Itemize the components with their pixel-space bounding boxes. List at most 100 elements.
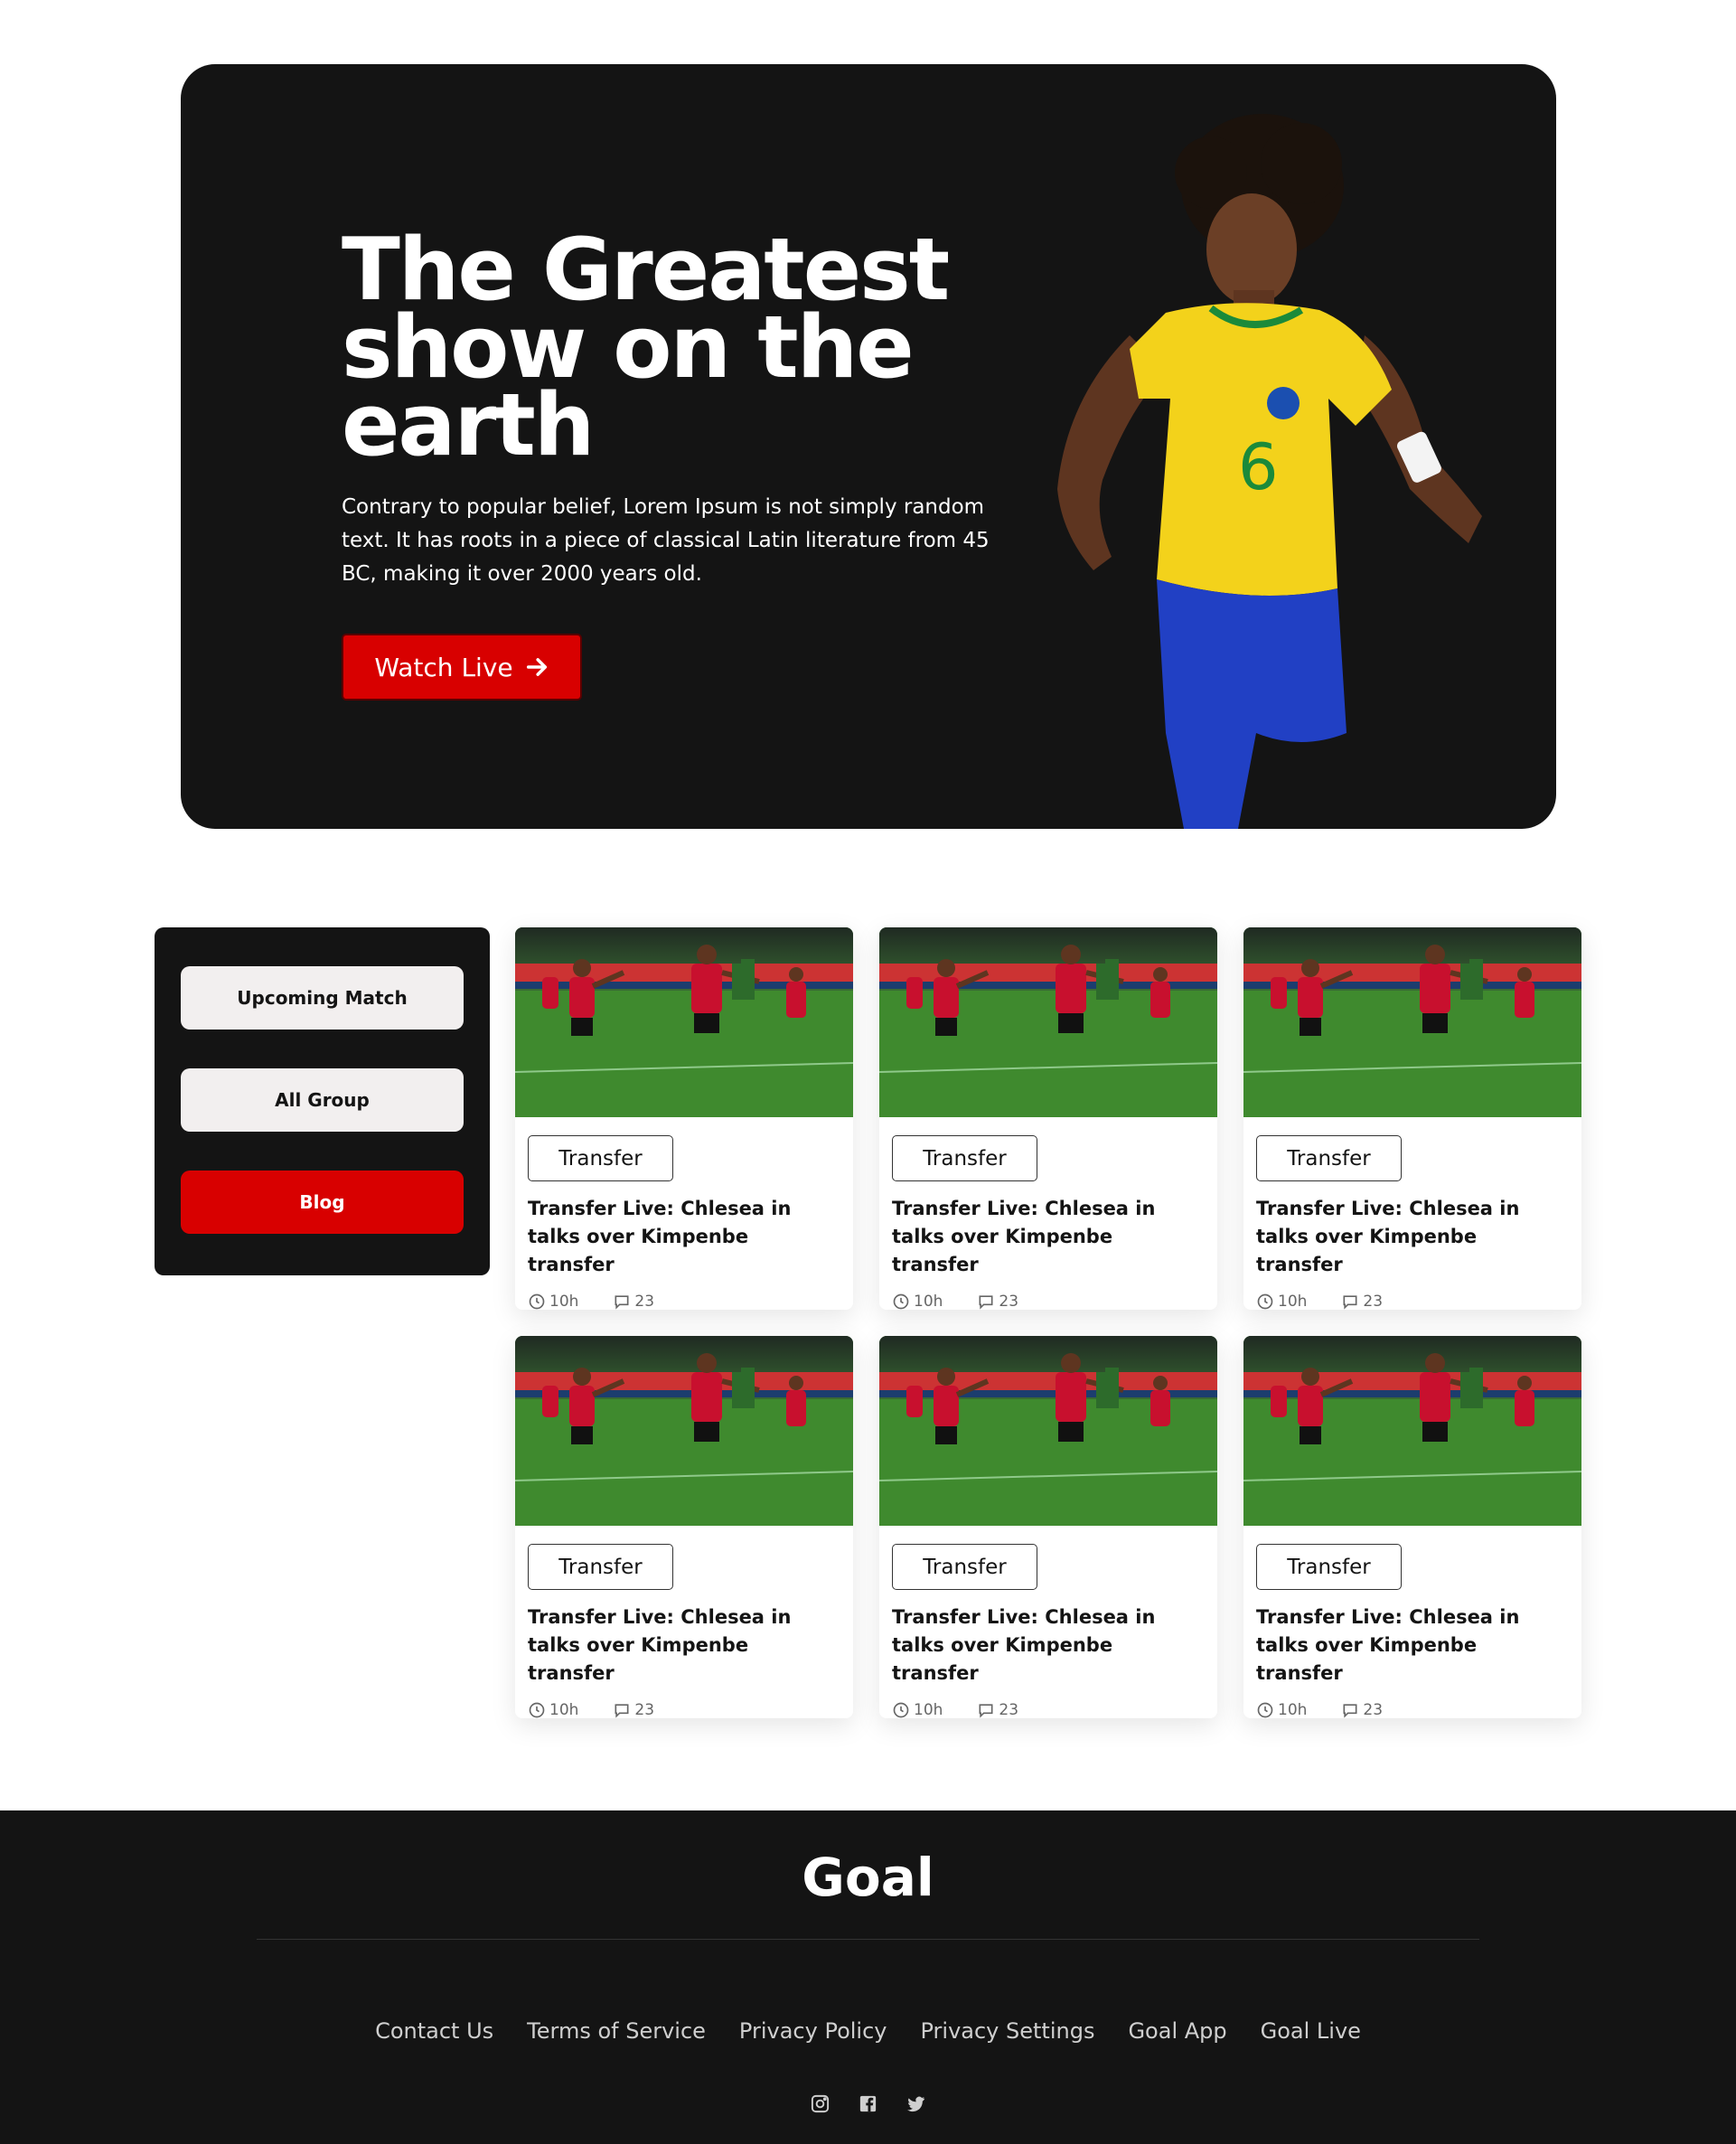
- watch-live-label: Watch Live: [374, 652, 513, 682]
- card-title[interactable]: Transfer Live: Chlesea in talks over Kim…: [1256, 1195, 1569, 1279]
- category-tag[interactable]: Transfer: [892, 1544, 1037, 1590]
- comment-icon: [1343, 1295, 1357, 1310]
- category-tag[interactable]: Transfer: [1256, 1135, 1402, 1181]
- clock-icon: [529, 1702, 545, 1718]
- news-card[interactable]: Transfer Transfer Live: Chlesea in talks…: [515, 1336, 853, 1718]
- card-meta: 10h 23: [1256, 1293, 1569, 1310]
- comment-count: 23: [634, 1293, 655, 1310]
- time-stat: 10h: [892, 1701, 943, 1718]
- news-card[interactable]: Transfer Transfer Live: Chlesea in talks…: [1243, 1336, 1581, 1718]
- arrow-right-icon: [526, 658, 547, 676]
- comment-stat[interactable]: 23: [1341, 1701, 1383, 1718]
- footer-link-goal-live[interactable]: Goal Live: [1261, 2018, 1361, 2044]
- card-title[interactable]: Transfer Live: Chlesea in talks over Kim…: [892, 1195, 1205, 1279]
- footer-links: Contact Us Terms of Service Privacy Policy…: [0, 2018, 1736, 2044]
- time-stat: 10h: [1256, 1293, 1307, 1310]
- card-title[interactable]: Transfer Live: Chlesea in talks over Kim…: [1256, 1603, 1569, 1688]
- comment-stat[interactable]: 23: [977, 1701, 1018, 1718]
- footer-divider: [257, 1939, 1479, 1940]
- time-label: 10h: [1278, 1293, 1308, 1310]
- comment-count: 23: [999, 1701, 1019, 1718]
- time-label: 10h: [549, 1293, 579, 1310]
- page: The Greatest show on the earth Contrary …: [0, 0, 1736, 2144]
- time-label: 10h: [1278, 1701, 1308, 1718]
- facebook-icon[interactable]: [858, 2093, 878, 2114]
- time-label: 10h: [914, 1293, 943, 1310]
- hero-description: Contrary to popular belief, Lorem Ipsum …: [342, 495, 990, 586]
- comment-icon: [979, 1704, 993, 1718]
- comment-stat[interactable]: 23: [613, 1293, 654, 1310]
- card-title[interactable]: Transfer Live: Chlesea in talks over Kim…: [528, 1603, 840, 1688]
- twitter-icon[interactable]: [906, 2093, 926, 2114]
- watch-live-button[interactable]: Watch Live: [342, 634, 582, 701]
- comment-count: 23: [999, 1293, 1019, 1310]
- match-photo: [515, 1336, 853, 1526]
- comment-count: 23: [634, 1701, 655, 1718]
- clock-icon: [1257, 1293, 1273, 1310]
- category-tag[interactable]: Transfer: [528, 1135, 673, 1181]
- card-meta: 10h 23: [1256, 1701, 1569, 1718]
- social-links: [0, 2093, 1736, 2114]
- time-stat: 10h: [1256, 1701, 1307, 1718]
- category-tag[interactable]: Transfer: [1256, 1544, 1402, 1590]
- time-stat: 10h: [528, 1293, 578, 1310]
- match-photo: [515, 927, 853, 1117]
- card-body: Transfer Transfer Live: Chlesea in talks…: [1243, 1117, 1581, 1310]
- news-card[interactable]: Transfer Transfer Live: Chlesea in talks…: [879, 927, 1217, 1310]
- match-photo: [1243, 927, 1581, 1117]
- clock-icon: [529, 1293, 545, 1310]
- card-body: Transfer Transfer Live: Chlesea in talks…: [879, 1526, 1217, 1718]
- card-meta: 10h 23: [528, 1701, 840, 1718]
- category-tag[interactable]: Transfer: [892, 1135, 1037, 1181]
- comment-icon: [615, 1295, 629, 1310]
- sidebar-item-all-group[interactable]: All Group: [181, 1068, 464, 1132]
- instagram-icon[interactable]: [810, 2093, 830, 2114]
- sidebar-item-upcoming-match[interactable]: Upcoming Match: [181, 966, 464, 1030]
- footer-link-goal-app[interactable]: Goal App: [1128, 2018, 1226, 2044]
- comment-stat[interactable]: 23: [613, 1701, 654, 1718]
- footer-logo[interactable]: Goal: [0, 1847, 1736, 1908]
- comment-icon: [1343, 1704, 1357, 1718]
- football-player-image: 6: [1057, 114, 1482, 829]
- news-grid: Transfer Transfer Live: Chlesea in talks…: [515, 927, 1581, 1718]
- sidebar-item-blog[interactable]: Blog: [181, 1171, 464, 1234]
- comment-icon: [979, 1295, 993, 1310]
- match-photo: [1243, 1336, 1581, 1526]
- hero-title: The Greatest show on the earth: [342, 221, 950, 475]
- card-meta: 10h 23: [892, 1293, 1205, 1310]
- time-stat: 10h: [528, 1701, 578, 1718]
- card-body: Transfer Transfer Live: Chlesea in talks…: [515, 1526, 853, 1718]
- comment-stat[interactable]: 23: [977, 1293, 1018, 1310]
- card-title[interactable]: Transfer Live: Chlesea in talks over Kim…: [528, 1195, 840, 1279]
- clock-icon: [893, 1702, 909, 1718]
- comment-count: 23: [1363, 1701, 1384, 1718]
- news-card[interactable]: Transfer Transfer Live: Chlesea in talks…: [879, 1336, 1217, 1718]
- hero-banner: The Greatest show on the earth Contrary …: [181, 64, 1556, 829]
- match-photo: [879, 1336, 1217, 1526]
- comment-icon: [615, 1704, 629, 1718]
- match-photo: [879, 927, 1217, 1117]
- card-title[interactable]: Transfer Live: Chlesea in talks over Kim…: [892, 1603, 1205, 1688]
- footer-link-privacy-policy[interactable]: Privacy Policy: [739, 2018, 887, 2044]
- card-meta: 10h 23: [528, 1293, 840, 1310]
- comment-count: 23: [1363, 1293, 1384, 1310]
- sidebar: Upcoming Match All Group Blog: [155, 927, 490, 1275]
- category-tag[interactable]: Transfer: [528, 1544, 673, 1590]
- news-card[interactable]: Transfer Transfer Live: Chlesea in talks…: [515, 927, 853, 1310]
- news-card[interactable]: Transfer Transfer Live: Chlesea in talks…: [1243, 927, 1581, 1310]
- time-stat: 10h: [892, 1293, 943, 1310]
- time-label: 10h: [549, 1701, 579, 1718]
- card-body: Transfer Transfer Live: Chlesea in talks…: [1243, 1526, 1581, 1718]
- comment-stat[interactable]: 23: [1341, 1293, 1383, 1310]
- card-body: Transfer Transfer Live: Chlesea in talks…: [879, 1117, 1217, 1310]
- footer-link-terms-of-service[interactable]: Terms of Service: [527, 2018, 706, 2044]
- footer-link-contact-us[interactable]: Contact Us: [375, 2018, 493, 2044]
- svg-text:6: 6: [1238, 430, 1279, 504]
- card-meta: 10h 23: [892, 1701, 1205, 1718]
- footer: Goal Contact Us Terms of Service Privacy P…: [0, 1810, 1736, 2144]
- time-label: 10h: [914, 1701, 943, 1718]
- card-body: Transfer Transfer Live: Chlesea in talks…: [515, 1117, 853, 1310]
- clock-icon: [1257, 1702, 1273, 1718]
- footer-link-privacy-settings[interactable]: Privacy Settings: [920, 2018, 1094, 2044]
- clock-icon: [893, 1293, 909, 1310]
